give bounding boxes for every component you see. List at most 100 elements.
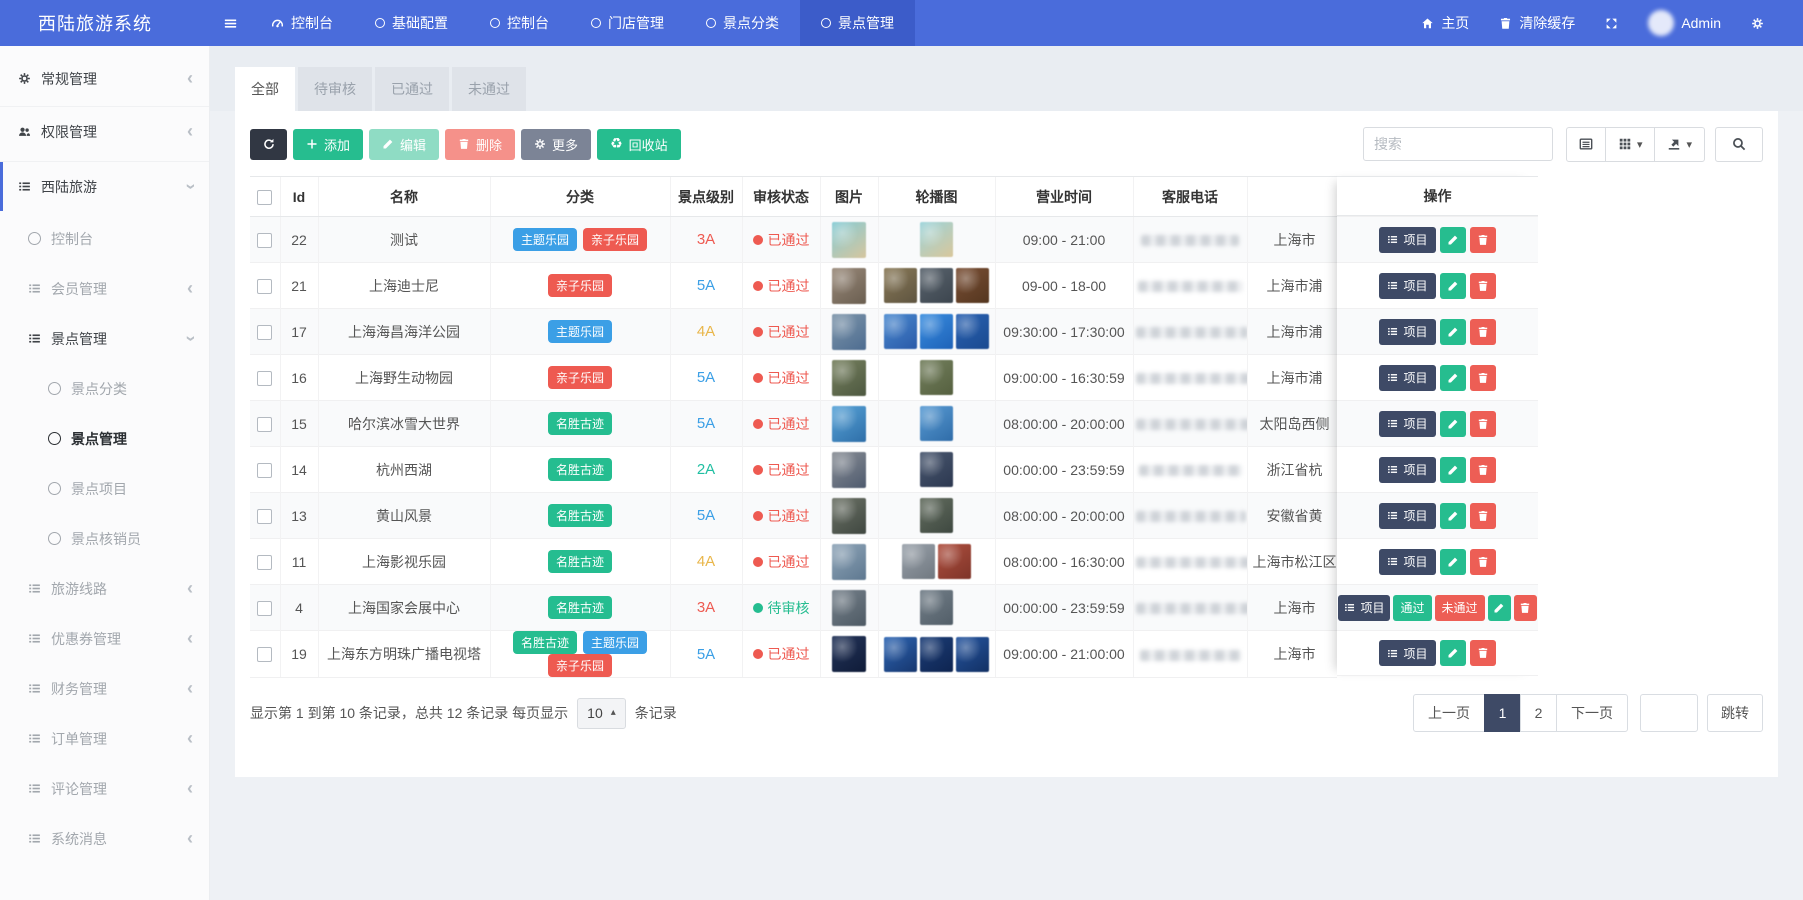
page-size-dropdown[interactable]: 10 ▴ [577,698,626,729]
row-edit-button[interactable] [1440,365,1466,391]
carousel-thumbnail[interactable] [884,314,917,349]
image-thumbnail[interactable] [832,406,866,442]
row-delete-button[interactable] [1470,503,1496,529]
next-page-button[interactable]: 下一页 [1556,694,1628,732]
sidebar-item-12[interactable]: 财务管理‹ [0,666,209,711]
page-button-2[interactable]: 2 [1520,694,1557,732]
more-button[interactable]: 更多 [521,129,591,160]
row-delete-button[interactable] [1470,273,1496,299]
image-thumbnail[interactable] [832,636,866,672]
edit-button[interactable]: 编辑 [369,129,439,160]
row-checkbox[interactable] [257,325,272,340]
row-checkbox[interactable] [257,371,272,386]
row-checkbox[interactable] [257,463,272,478]
carousel-thumbnail[interactable] [920,406,953,441]
tab-1[interactable]: 待审核 [298,67,372,111]
carousel-thumbnail[interactable] [884,637,917,672]
project-button[interactable]: 项目 [1379,503,1435,529]
recycle-bin-button[interactable]: ♻ 回收站 [597,129,681,160]
tab-0[interactable]: 全部 [235,67,295,111]
sidebar-item-1[interactable]: 权限管理‹ [0,106,209,156]
add-button[interactable]: 添加 [293,129,363,160]
project-button[interactable]: 项目 [1379,227,1435,253]
nav-item-1[interactable]: 基础配置 [354,0,469,46]
image-thumbnail[interactable] [832,360,866,396]
project-button[interactable]: 项目 [1338,595,1390,621]
row-delete-button[interactable] [1470,549,1496,575]
reject-button[interactable]: 未通过 [1435,595,1485,621]
row-checkbox[interactable] [257,279,272,294]
nav-item-0[interactable]: 控制台 [250,0,354,46]
page-jump-button[interactable]: 跳转 [1707,694,1763,732]
image-thumbnail[interactable] [832,590,866,626]
row-edit-button[interactable] [1440,319,1466,345]
carousel-thumbnail[interactable] [920,314,953,349]
sidebar-item-13[interactable]: 订单管理‹ [0,716,209,761]
sidebar-item-4[interactable]: 会员管理‹ [0,266,209,311]
carousel-thumbnail[interactable] [920,268,953,303]
project-button[interactable]: 项目 [1379,640,1435,666]
approve-button[interactable]: 通过 [1393,595,1431,621]
image-thumbnail[interactable] [832,314,866,350]
search-input[interactable] [1363,127,1553,161]
sidebar-item-10[interactable]: 旅游线路‹ [0,566,209,611]
carousel-thumbnail[interactable] [956,268,989,303]
image-thumbnail[interactable] [832,222,866,258]
sidebar-item-15[interactable]: 系统消息‹ [0,816,209,861]
user-menu[interactable]: Admin [1633,0,1736,46]
prev-page-button[interactable]: 上一页 [1413,694,1485,732]
carousel-thumbnail[interactable] [956,637,989,672]
sidebar-item-14[interactable]: 评论管理‹ [0,766,209,811]
brand[interactable]: 西陆旅游系统 [0,0,210,46]
row-edit-button[interactable] [1440,227,1466,253]
carousel-thumbnail[interactable] [920,360,953,395]
row-edit-button[interactable] [1440,640,1466,666]
sidebar-toggle-button[interactable] [210,0,250,46]
sidebar-item-8[interactable]: 景点项目 [0,466,209,511]
page-button-1[interactable]: 1 [1484,694,1521,732]
refresh-button[interactable] [250,129,287,160]
nav-item-3[interactable]: 门店管理 [570,0,685,46]
carousel-thumbnail[interactable] [920,498,953,533]
row-checkbox[interactable] [257,509,272,524]
clear-cache-button[interactable]: 清除缓存 [1484,0,1590,46]
sidebar-item-6[interactable]: 景点分类 [0,366,209,411]
row-checkbox[interactable] [257,233,272,248]
row-delete-button[interactable] [1470,411,1496,437]
row-edit-button[interactable] [1440,411,1466,437]
carousel-thumbnail[interactable] [920,452,953,487]
sidebar-item-0[interactable]: 常规管理‹ [0,56,209,101]
sidebar-item-11[interactable]: 优惠券管理‹ [0,616,209,661]
row-delete-button[interactable] [1514,595,1537,621]
carousel-thumbnail[interactable] [920,590,953,625]
carousel-thumbnail[interactable] [920,222,953,257]
sidebar-item-7[interactable]: 景点管理 [0,416,209,461]
sidebar-item-2[interactable]: 西陆旅游‹ [0,161,209,211]
project-button[interactable]: 项目 [1379,549,1435,575]
home-link[interactable]: 主页 [1406,0,1484,46]
project-button[interactable]: 项目 [1379,411,1435,437]
row-checkbox[interactable] [257,555,272,570]
project-button[interactable]: 项目 [1379,319,1435,345]
row-edit-button[interactable] [1440,549,1466,575]
tab-3[interactable]: 未通过 [452,67,526,111]
row-delete-button[interactable] [1470,227,1496,253]
carousel-thumbnail[interactable] [956,314,989,349]
fullscreen-button[interactable] [1590,0,1633,46]
nav-item-2[interactable]: 控制台 [469,0,570,46]
export-button[interactable]: ▾ [1654,127,1705,162]
settings-button[interactable] [1736,0,1779,46]
row-checkbox[interactable] [257,417,272,432]
row-delete-button[interactable] [1470,640,1496,666]
delete-button[interactable]: 删除 [445,129,515,160]
row-edit-button[interactable] [1440,457,1466,483]
tab-2[interactable]: 已通过 [375,67,449,111]
carousel-thumbnail[interactable] [920,637,953,672]
project-button[interactable]: 项目 [1379,273,1435,299]
row-edit-button[interactable] [1440,503,1466,529]
row-checkbox[interactable] [257,601,272,616]
select-all-checkbox[interactable] [257,190,272,205]
sidebar-item-9[interactable]: 景点核销员 [0,516,209,561]
sidebar-item-3[interactable]: 控制台 [0,216,209,261]
nav-item-5[interactable]: 景点管理 [800,0,915,46]
